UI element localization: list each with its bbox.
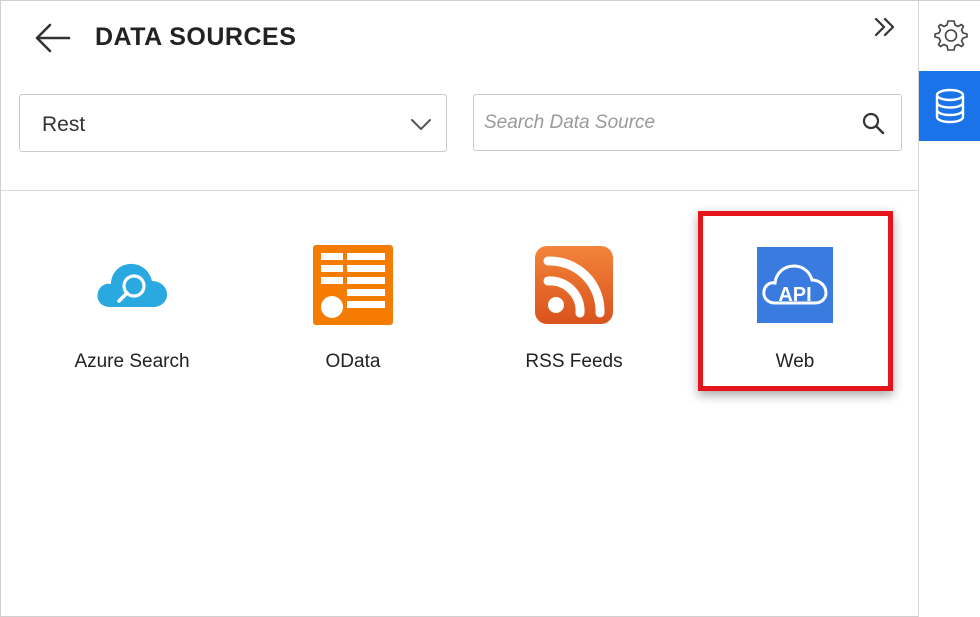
search-input[interactable]	[484, 105, 844, 141]
data-source-type-dropdown[interactable]: Rest	[19, 94, 447, 152]
gear-icon	[934, 20, 968, 51]
app-frame: DATA SOURCES Rest Search Data Source Azu…	[0, 0, 980, 617]
arrow-left-icon	[35, 23, 71, 53]
data-source-label: Azure Search	[74, 351, 190, 372]
cloud-search-icon	[97, 263, 168, 307]
double-chevron-right-icon	[874, 17, 895, 37]
odata-icon	[313, 245, 393, 325]
settings-button[interactable]	[919, 1, 980, 71]
svg-text:API: API	[778, 284, 811, 306]
data-source-label: Web	[775, 351, 815, 372]
side-rail	[919, 1, 980, 617]
panel-header: DATA SOURCES	[1, 1, 919, 71]
api-cloud-icon: API	[757, 247, 833, 323]
chevron-down-icon	[411, 119, 431, 130]
search-icon[interactable]	[861, 111, 885, 135]
back-button[interactable]	[33, 21, 73, 55]
data-source-web[interactable]: API Web	[710, 241, 880, 381]
search-field	[473, 94, 902, 151]
data-source-rss-feeds[interactable]: RSS Feeds	[489, 241, 659, 381]
data-source-label: OData	[325, 351, 381, 372]
rss-icon	[535, 246, 613, 324]
section-divider	[1, 190, 919, 191]
data-source-odata[interactable]: OData	[268, 241, 438, 381]
data-source-azure-search[interactable]: Azure Search	[47, 241, 217, 381]
data-sources-rail-button[interactable]	[919, 71, 980, 141]
data-sources-panel: DATA SOURCES Rest Search Data Source Azu…	[1, 1, 919, 617]
collapse-panel-button[interactable]	[871, 13, 899, 41]
page-title: DATA SOURCES	[95, 23, 297, 51]
dropdown-selected-value: Rest	[42, 113, 86, 136]
data-source-label: RSS Feeds	[525, 351, 623, 372]
database-icon	[935, 88, 965, 124]
